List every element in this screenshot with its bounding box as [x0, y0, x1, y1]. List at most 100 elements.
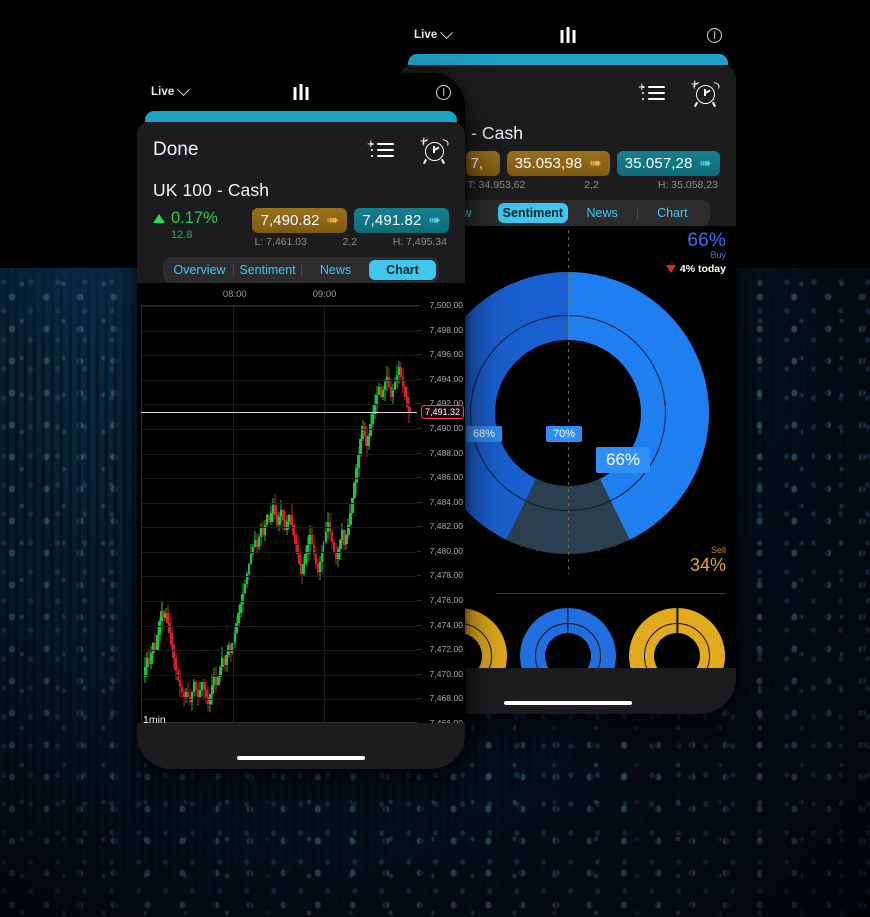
gridline-horizontal [142, 331, 417, 332]
arrow-down-icon: ➠ [589, 156, 602, 171]
sentiment-center-divider [568, 230, 569, 574]
front-phone-screen: Live Done + UK 100 - Cash 0.17% 12.8 7,4… [137, 73, 465, 769]
axis-tick-label: 7,488.00 [430, 448, 463, 458]
back-buy-price-button[interactable]: 35.057,28 ➠ [617, 151, 720, 176]
axis-tick-label: 7,468.00 [430, 693, 463, 703]
price-chart[interactable]: 08:00 09:00 7,500.00 7,498.00 7,496.00 7,494… [137, 289, 465, 759]
axis-tick-label: 7,500.00 [430, 300, 463, 310]
today-change-text: 4% today [680, 263, 726, 275]
home-indicator[interactable] [237, 756, 365, 761]
chart-plot-area[interactable] [141, 305, 417, 723]
sentiment-chip-right-outer: 66% [596, 447, 650, 473]
sell-price-button[interactable]: 7,490.82 ➠ [252, 208, 347, 233]
three-bars-logo-icon [561, 27, 576, 43]
axis-tick-label: 7,490.00 [430, 423, 463, 433]
back-live-label: Live [414, 29, 437, 41]
axis-tick-label: 7,494.00 [430, 374, 463, 384]
current-price-line [141, 412, 417, 413]
axis-tick [417, 305, 421, 306]
back-sell-price-button[interactable]: 35.053,98 ➠ [507, 151, 610, 176]
gridline-horizontal [142, 626, 417, 627]
tab-sentiment[interactable]: Sentiment [234, 260, 301, 280]
back-price-pills: 7, 35.053,98 ➠ 35.057,28 ➠ [466, 151, 720, 176]
triangle-down-icon [666, 265, 676, 273]
gridline-horizontal [142, 478, 417, 479]
back-low-high-row: T: 34.953,62 2,2 H: 35.058,23 [466, 179, 720, 191]
gridline-horizontal [142, 552, 417, 553]
back-live-selector[interactable]: Live [414, 29, 451, 41]
axis-tick [417, 625, 421, 626]
axis-tick-label: 7,498.00 [430, 325, 463, 335]
axis-tick-label: 7,482.00 [430, 521, 463, 531]
buy-price-button[interactable]: 7,491.82 ➠ [354, 208, 449, 233]
products-divider [496, 593, 726, 594]
back-spread: 2,2 [584, 179, 599, 191]
gridline-vertical [233, 306, 234, 722]
back-accent-bar [408, 54, 728, 65]
axis-tick [417, 600, 421, 601]
gridline-horizontal [142, 699, 417, 700]
gridline-vertical [324, 306, 325, 722]
info-icon[interactable] [436, 85, 451, 100]
axis-tick [417, 551, 421, 552]
change-percent: 0.17% [171, 209, 218, 228]
sell-price: 7,490.82 [260, 212, 319, 229]
axis-tick-label: 7,486.00 [430, 472, 463, 482]
gridline-horizontal [142, 675, 417, 676]
add-alarm-icon[interactable]: + [690, 80, 720, 106]
gridline-horizontal [142, 380, 417, 381]
front-live-selector[interactable]: Live [151, 86, 188, 98]
axis-tick [417, 403, 421, 404]
buy-price: 7,491.82 [362, 212, 421, 229]
day-high: H: 7,495.34 [393, 236, 447, 248]
tab-chart[interactable]: Chart [369, 260, 436, 280]
axis-tick [417, 526, 421, 527]
instrument-name: UK 100 - Cash [153, 180, 449, 201]
back-price-partial[interactable]: 7, [466, 151, 500, 176]
tab-chart[interactable]: Chart [638, 203, 707, 223]
background-dark-top-right [760, 0, 870, 160]
front-live-label: Live [151, 86, 174, 98]
add-alarm-icon[interactable]: + [419, 137, 449, 163]
gridline-horizontal [142, 576, 417, 577]
low-high-row: L: 7,461.03 2,2 H: 7,495.34 [252, 236, 449, 248]
axis-tick-label: 7,472.00 [430, 644, 463, 654]
tab-overview[interactable]: Overview [166, 260, 233, 280]
axis-tick-label: 7,484.00 [430, 497, 463, 507]
back-buy-price: 35.057,28 [625, 155, 693, 172]
chart-time-axis: 08:00 09:00 [137, 289, 465, 303]
back-today-label: T: 34.953,62 [468, 179, 526, 191]
add-to-list-icon[interactable]: + [638, 82, 668, 104]
front-tab-bar: Overview Sentiment News Chart [163, 257, 439, 283]
sell-percent: 34% [690, 555, 726, 576]
add-to-list-icon[interactable]: + [367, 139, 397, 161]
gridline-horizontal [142, 503, 417, 504]
three-bars-logo-icon [294, 84, 309, 100]
price-pills: 7,490.82 ➠ 7,491.82 ➠ [252, 208, 449, 233]
axis-tick-label: 7,474.00 [430, 620, 463, 630]
axis-tick [417, 379, 421, 380]
gridline-horizontal [142, 601, 417, 602]
tab-news[interactable]: News [302, 260, 369, 280]
front-quote-row: 0.17% 12.8 7,490.82 ➠ 7,491.82 ➠ L: 7,46… [153, 208, 449, 248]
back-price-column: 7, 35.053,98 ➠ 35.057,28 ➠ T: 34.953,62 … [466, 151, 720, 191]
front-instrument-block: UK 100 - Cash 0.17% 12.8 7,490.82 ➠ 7,49… [137, 178, 465, 283]
home-indicator[interactable] [504, 701, 632, 706]
spread-value: 2,2 [343, 236, 358, 248]
tab-news[interactable]: News [568, 203, 637, 223]
axis-tick [417, 354, 421, 355]
tab-sentiment[interactable]: Sentiment [498, 203, 567, 223]
screenshot-root: Live + - Cash 7, 35.053,98 ➠ 35.057,28 ➠… [0, 0, 870, 917]
axis-tick-label: 7,480.00 [430, 546, 463, 556]
change-column: 0.17% 12.8 [153, 208, 218, 241]
time-tick-label: 08:00 [223, 289, 247, 300]
chevron-down-icon [178, 83, 191, 96]
candlestick-series [142, 306, 417, 722]
arrow-up-icon: ➠ [428, 213, 441, 228]
sell-label: Sell [690, 545, 726, 555]
triangle-up-icon [153, 214, 165, 223]
info-icon[interactable] [707, 28, 722, 43]
gridline-horizontal [142, 429, 417, 430]
done-button[interactable]: Done [153, 139, 198, 161]
gridline-horizontal [142, 355, 417, 356]
